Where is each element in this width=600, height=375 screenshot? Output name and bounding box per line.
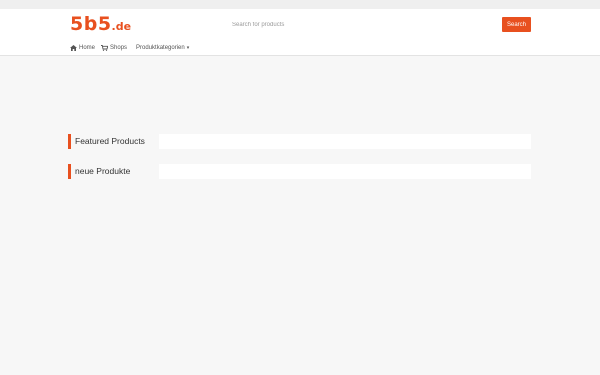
- section-title: neue Produkte: [75, 166, 131, 176]
- section-title: Featured Products: [75, 136, 145, 146]
- chevron-down-icon: ▾: [186, 45, 190, 51]
- new-products-section: neue Produkte: [68, 164, 531, 179]
- nav-item-shops-label: Shops: [110, 45, 128, 51]
- nav-item-home[interactable]: Home: [70, 45, 95, 51]
- site-logo[interactable]: 5b5.de: [70, 13, 131, 38]
- search-input[interactable]: [229, 17, 501, 32]
- top-strip: [0, 0, 600, 9]
- nav-item-categories[interactable]: Produktkategorien ▾: [136, 45, 189, 51]
- logo-tld: .de: [111, 20, 132, 33]
- site-header: 5b5.de Search Home Shops Produktkategori…: [0, 9, 600, 56]
- featured-products-section: Featured Products: [68, 134, 531, 149]
- nav-item-shops[interactable]: Shops: [101, 45, 127, 51]
- main-nav: Home Shops Produktkategorien ▾: [70, 42, 195, 54]
- nav-item-home-label: Home: [79, 45, 96, 51]
- home-icon: [70, 45, 77, 51]
- search-button[interactable]: Search: [502, 17, 531, 32]
- cart-icon: [101, 45, 109, 51]
- logo-main: 5b5: [70, 13, 112, 35]
- nav-item-categories-label: Produktkategorien: [136, 45, 185, 51]
